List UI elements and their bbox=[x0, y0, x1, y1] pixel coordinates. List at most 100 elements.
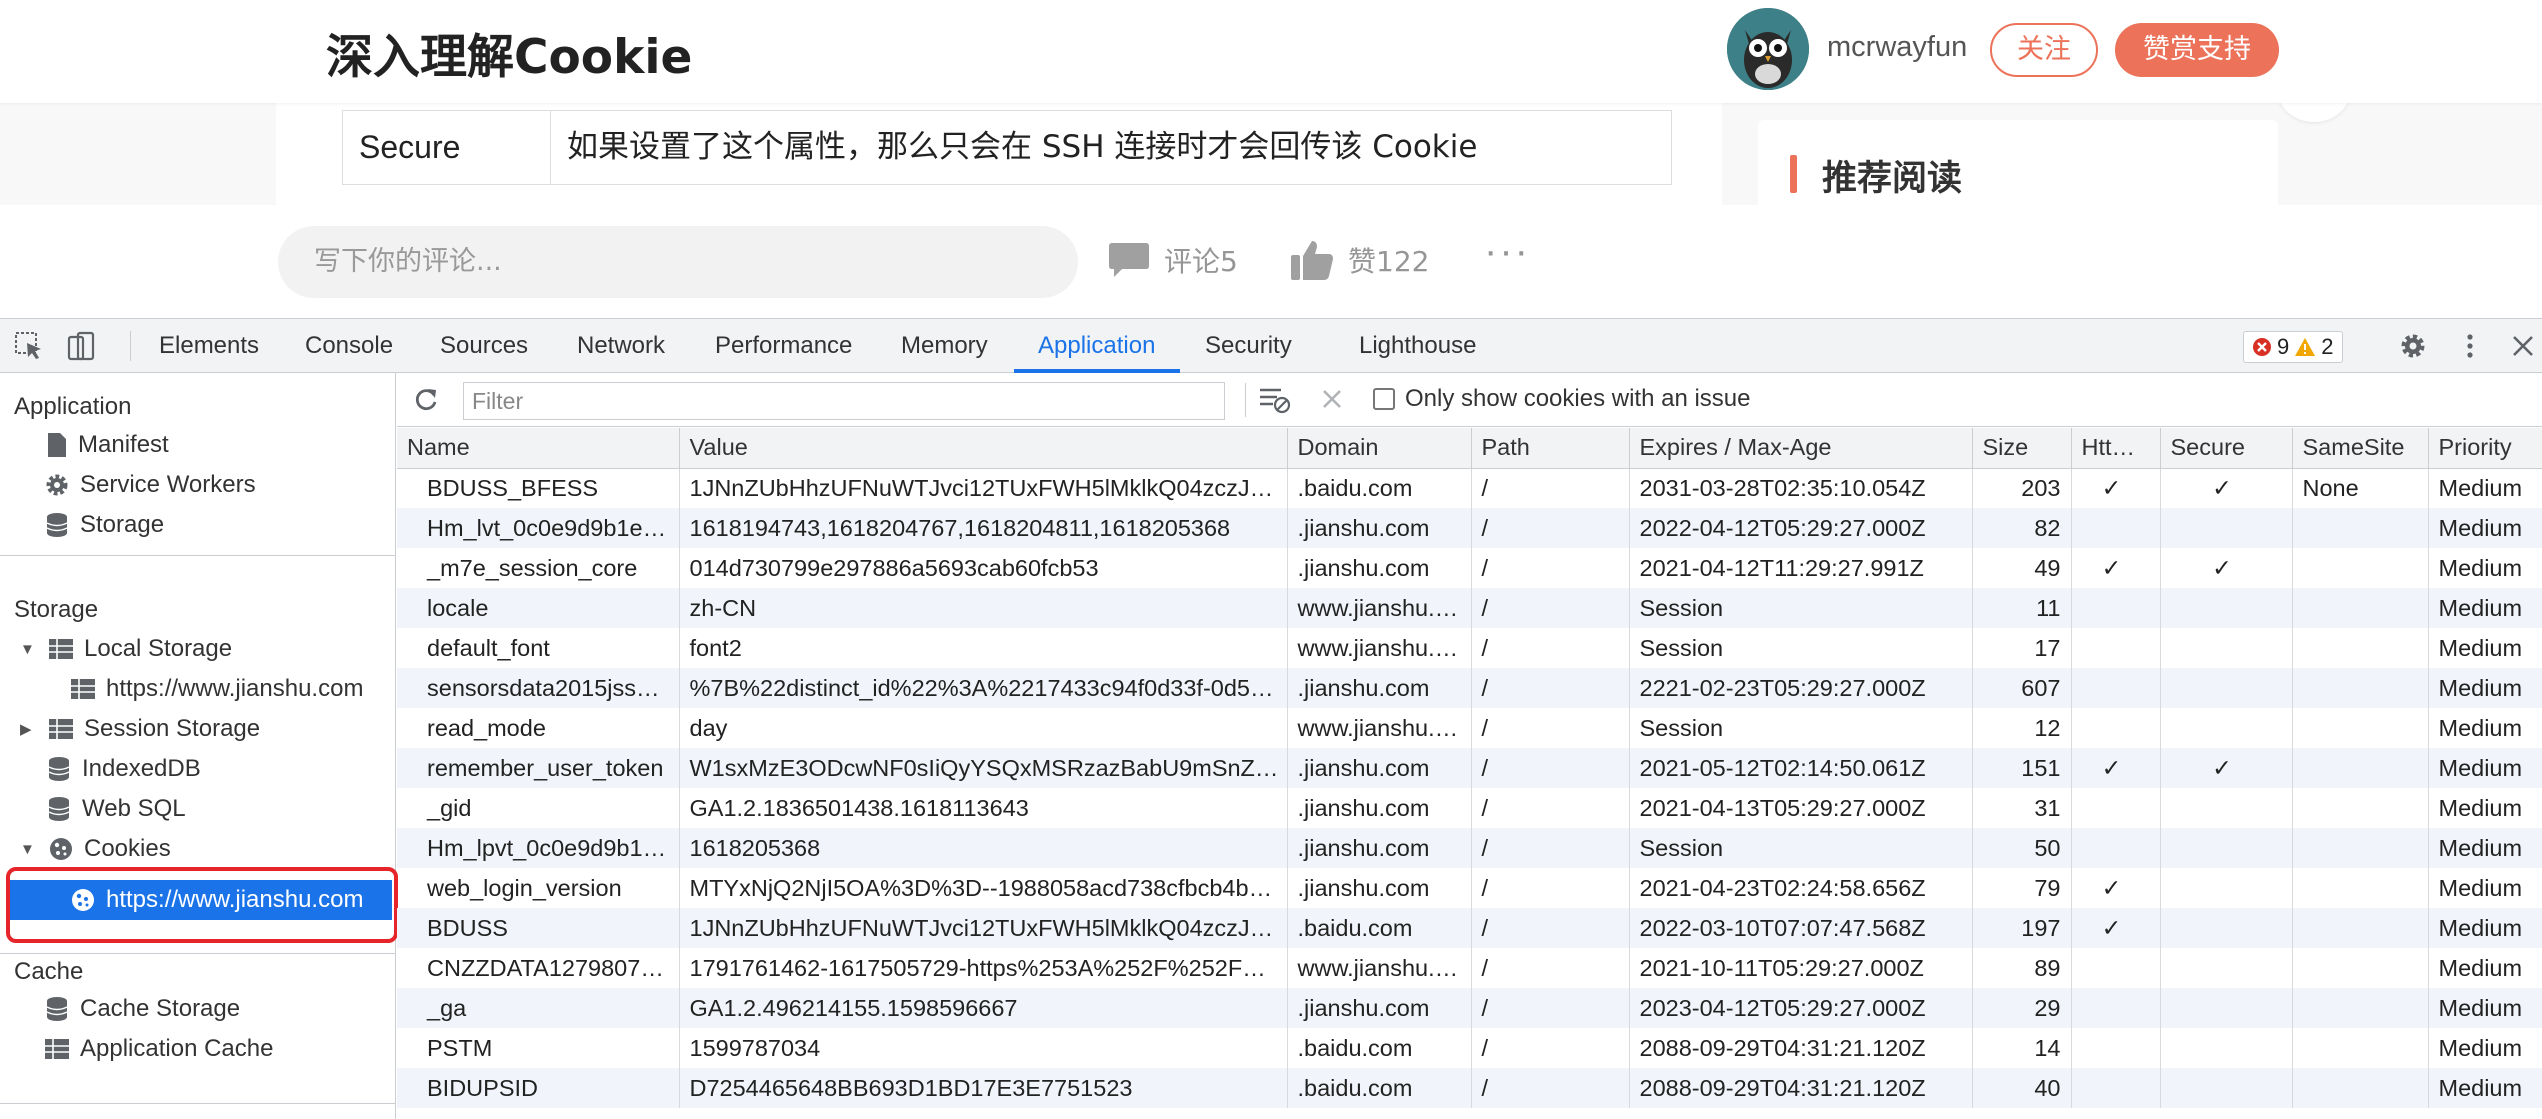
table-row[interactable]: sensorsdata2015jssdkcross%7B%22distinct_… bbox=[397, 668, 2542, 708]
cell-name: _ga bbox=[397, 988, 680, 1028]
sidebar-item-label: Local Storage bbox=[84, 635, 233, 662]
column-header-samesite[interactable]: SameSite bbox=[2292, 428, 2429, 469]
tab-performance[interactable]: Performance bbox=[715, 319, 852, 372]
column-header-secure[interactable]: Secure bbox=[2160, 428, 2293, 469]
expand-triangle-icon[interactable]: ▶ bbox=[20, 720, 38, 738]
close-icon[interactable] bbox=[2508, 331, 2538, 361]
sidebar-item-cache-storage[interactable]: Cache Storage bbox=[44, 989, 240, 1029]
tab-network[interactable]: Network bbox=[577, 319, 665, 372]
column-header-expires[interactable]: Expires / Max-Age bbox=[1629, 428, 1973, 469]
checkbox-label: Only show cookies with an issue bbox=[1405, 385, 1751, 412]
cookie-icon bbox=[50, 838, 72, 860]
cell-size: 197 bbox=[1972, 908, 2072, 948]
comment-input[interactable]: 写下你的评论... bbox=[278, 226, 1078, 298]
cell-samesite: None bbox=[2292, 468, 2429, 508]
expand-triangle-icon[interactable]: ▼ bbox=[20, 641, 38, 658]
table-row[interactable]: _m7e_session_core 014d730799e297886a5693c… bbox=[397, 548, 2542, 588]
column-header-path[interactable]: Path bbox=[1471, 428, 1630, 469]
sidebar-item-cookies[interactable]: ▼ Cookies bbox=[20, 829, 171, 869]
grid-table-icon bbox=[49, 719, 73, 739]
column-header-httponly[interactable]: Htt… bbox=[2071, 428, 2161, 469]
tab-lighthouse[interactable]: Lighthouse bbox=[1359, 319, 1476, 372]
table-row[interactable]: _ga GA1.2.496214155.1598596667 .jianshu.co… bbox=[397, 988, 2542, 1028]
table-row[interactable]: default_font font2 www.jianshu.com / Session… bbox=[397, 628, 2542, 668]
tab-elements[interactable]: Elements bbox=[159, 319, 259, 372]
checkbox-box[interactable] bbox=[1373, 388, 1395, 410]
table-row[interactable]: _gid GA1.2.1836501438.1618113643 .jianshu.… bbox=[397, 788, 2542, 828]
cell-path: / bbox=[1471, 468, 1630, 508]
tab-sources[interactable]: Sources bbox=[440, 319, 528, 372]
cell-name: read_mode bbox=[397, 708, 680, 748]
sidebar-item-web-sql[interactable]: Web SQL bbox=[46, 789, 186, 829]
refresh-icon[interactable] bbox=[413, 387, 439, 413]
like-count: 赞122 bbox=[1348, 245, 1430, 278]
cell-path: / bbox=[1471, 988, 1630, 1028]
column-header-value[interactable]: Value bbox=[679, 428, 1288, 469]
filter-input[interactable]: Filter bbox=[463, 382, 1225, 420]
column-header-size[interactable]: Size bbox=[1972, 428, 2072, 469]
sidebar-item-local-storage-origin[interactable]: https://www.jianshu.com bbox=[70, 669, 363, 709]
issues-counter[interactable]: 9 2 bbox=[2243, 331, 2343, 363]
column-header-name[interactable]: Name bbox=[397, 428, 680, 469]
tab-console[interactable]: Console bbox=[305, 319, 393, 372]
cell-name: BDUSS bbox=[397, 908, 680, 948]
cell-name: PSTM bbox=[397, 1028, 680, 1068]
red-highlight-annotation bbox=[6, 867, 398, 943]
table-row[interactable]: PSTM 1599787034 .baidu.com/2088-09-29T04:3… bbox=[397, 1028, 2542, 1068]
table-row[interactable]: Hm_lvt_0c0e9d9b1e7d617b3e6842e85b9fb0681… bbox=[397, 508, 2542, 548]
cell-expires: 2021-05-12T02:14:50.061Z bbox=[1629, 748, 1973, 788]
cookies-panel: Filter Only show cookies with an issue N bbox=[397, 373, 2542, 1119]
sidebar-item-service-workers[interactable]: Service Workers bbox=[44, 465, 256, 505]
tab-memory[interactable]: Memory bbox=[901, 319, 988, 372]
sidebar-item-manifest[interactable]: Manifest bbox=[46, 425, 169, 465]
table-row[interactable]: locale zh-CN www.jianshu.com / Session 11 Medi… bbox=[397, 588, 2542, 628]
cell-domain: .jianshu.com bbox=[1287, 508, 1472, 548]
cell-size: 31 bbox=[1972, 788, 2072, 828]
device-toolbar-icon[interactable] bbox=[66, 331, 96, 361]
table-row[interactable]: CNZZDATA1279807957 1791761462-1617505729-… bbox=[397, 948, 2542, 988]
expand-triangle-icon[interactable]: ▼ bbox=[20, 841, 38, 858]
table-row[interactable]: read_mode day www.jianshu.com / Session 12 Med… bbox=[397, 708, 2542, 748]
table-row[interactable]: Hm_lpvt_0c0e9d9b1e7d617b3e6842e85b9fb068… bbox=[397, 828, 2542, 868]
sidebar-section-storage: Storage bbox=[14, 596, 99, 623]
author-avatar[interactable] bbox=[1727, 8, 1809, 90]
sidebar-item-storage[interactable]: Storage bbox=[44, 505, 164, 545]
sidebar-item-label: Service Workers bbox=[80, 471, 256, 498]
sidebar-item-session-storage[interactable]: ▶ Session Storage bbox=[20, 709, 260, 749]
reward-button[interactable]: 赞赏支持 bbox=[2115, 23, 2279, 77]
clear-filtered-icon[interactable] bbox=[1259, 386, 1291, 414]
cell-httponly: ✓ bbox=[2071, 548, 2161, 588]
like-button[interactable]: 赞122 bbox=[1290, 235, 1429, 285]
cell-size: 203 bbox=[1972, 468, 2072, 508]
document-icon bbox=[48, 433, 66, 457]
author-name[interactable]: mcrwayfun bbox=[1827, 31, 1967, 64]
tab-application[interactable]: Application bbox=[1038, 319, 1155, 372]
more-options-icon[interactable] bbox=[2455, 331, 2485, 361]
table-row[interactable]: BIDUPSID D7254465648BB693D1BD17E3E7751523… bbox=[397, 1068, 2542, 1108]
cell-samesite bbox=[2292, 948, 2429, 988]
cell-value: D7254465648BB693D1BD17E3E7751523 bbox=[679, 1068, 1288, 1108]
cell-domain: .jianshu.com bbox=[1287, 548, 1472, 588]
comment-count: 评论5 bbox=[1164, 245, 1238, 278]
tab-security[interactable]: Security bbox=[1205, 319, 1292, 372]
table-row[interactable]: BDUSS_BFESS 1JNnZUbHhzUFNuWTJvci12TUxFWH5… bbox=[397, 468, 2542, 508]
toolbar-divider bbox=[130, 331, 131, 361]
column-header-domain[interactable]: Domain bbox=[1287, 428, 1472, 469]
sidebar-item-local-storage[interactable]: ▼ Local Storage bbox=[20, 629, 232, 669]
cell-priority: Medium bbox=[2428, 508, 2542, 548]
sidebar-item-indexeddb[interactable]: IndexedDB bbox=[46, 749, 201, 789]
sidebar-item-application-cache[interactable]: Application Cache bbox=[44, 1029, 273, 1069]
more-button[interactable]: ··· bbox=[1484, 229, 1530, 274]
delete-all-icon[interactable] bbox=[1321, 388, 1343, 410]
settings-gear-icon[interactable] bbox=[2398, 331, 2428, 361]
cell-priority: Medium bbox=[2428, 748, 2542, 788]
follow-button[interactable]: 关注 bbox=[1990, 23, 2098, 77]
only-issue-checkbox[interactable]: Only show cookies with an issue bbox=[1373, 385, 1751, 413]
inspect-element-icon[interactable] bbox=[14, 331, 44, 361]
table-row[interactable]: remember_user_token W1sxMzE3ODcwNF0sIiQyY… bbox=[397, 748, 2542, 788]
cell-secure bbox=[2160, 668, 2293, 708]
table-row[interactable]: BDUSS 1JNnZUbHhzUFNuWTJvci12TUxFWH5lMklkQ… bbox=[397, 908, 2542, 948]
column-header-priority[interactable]: Priority bbox=[2428, 428, 2542, 469]
table-row[interactable]: web_login_version MTYxNjQ2NjI5OA%3D%3D--1… bbox=[397, 868, 2542, 908]
comment-button[interactable]: 评论5 bbox=[1108, 235, 1238, 285]
